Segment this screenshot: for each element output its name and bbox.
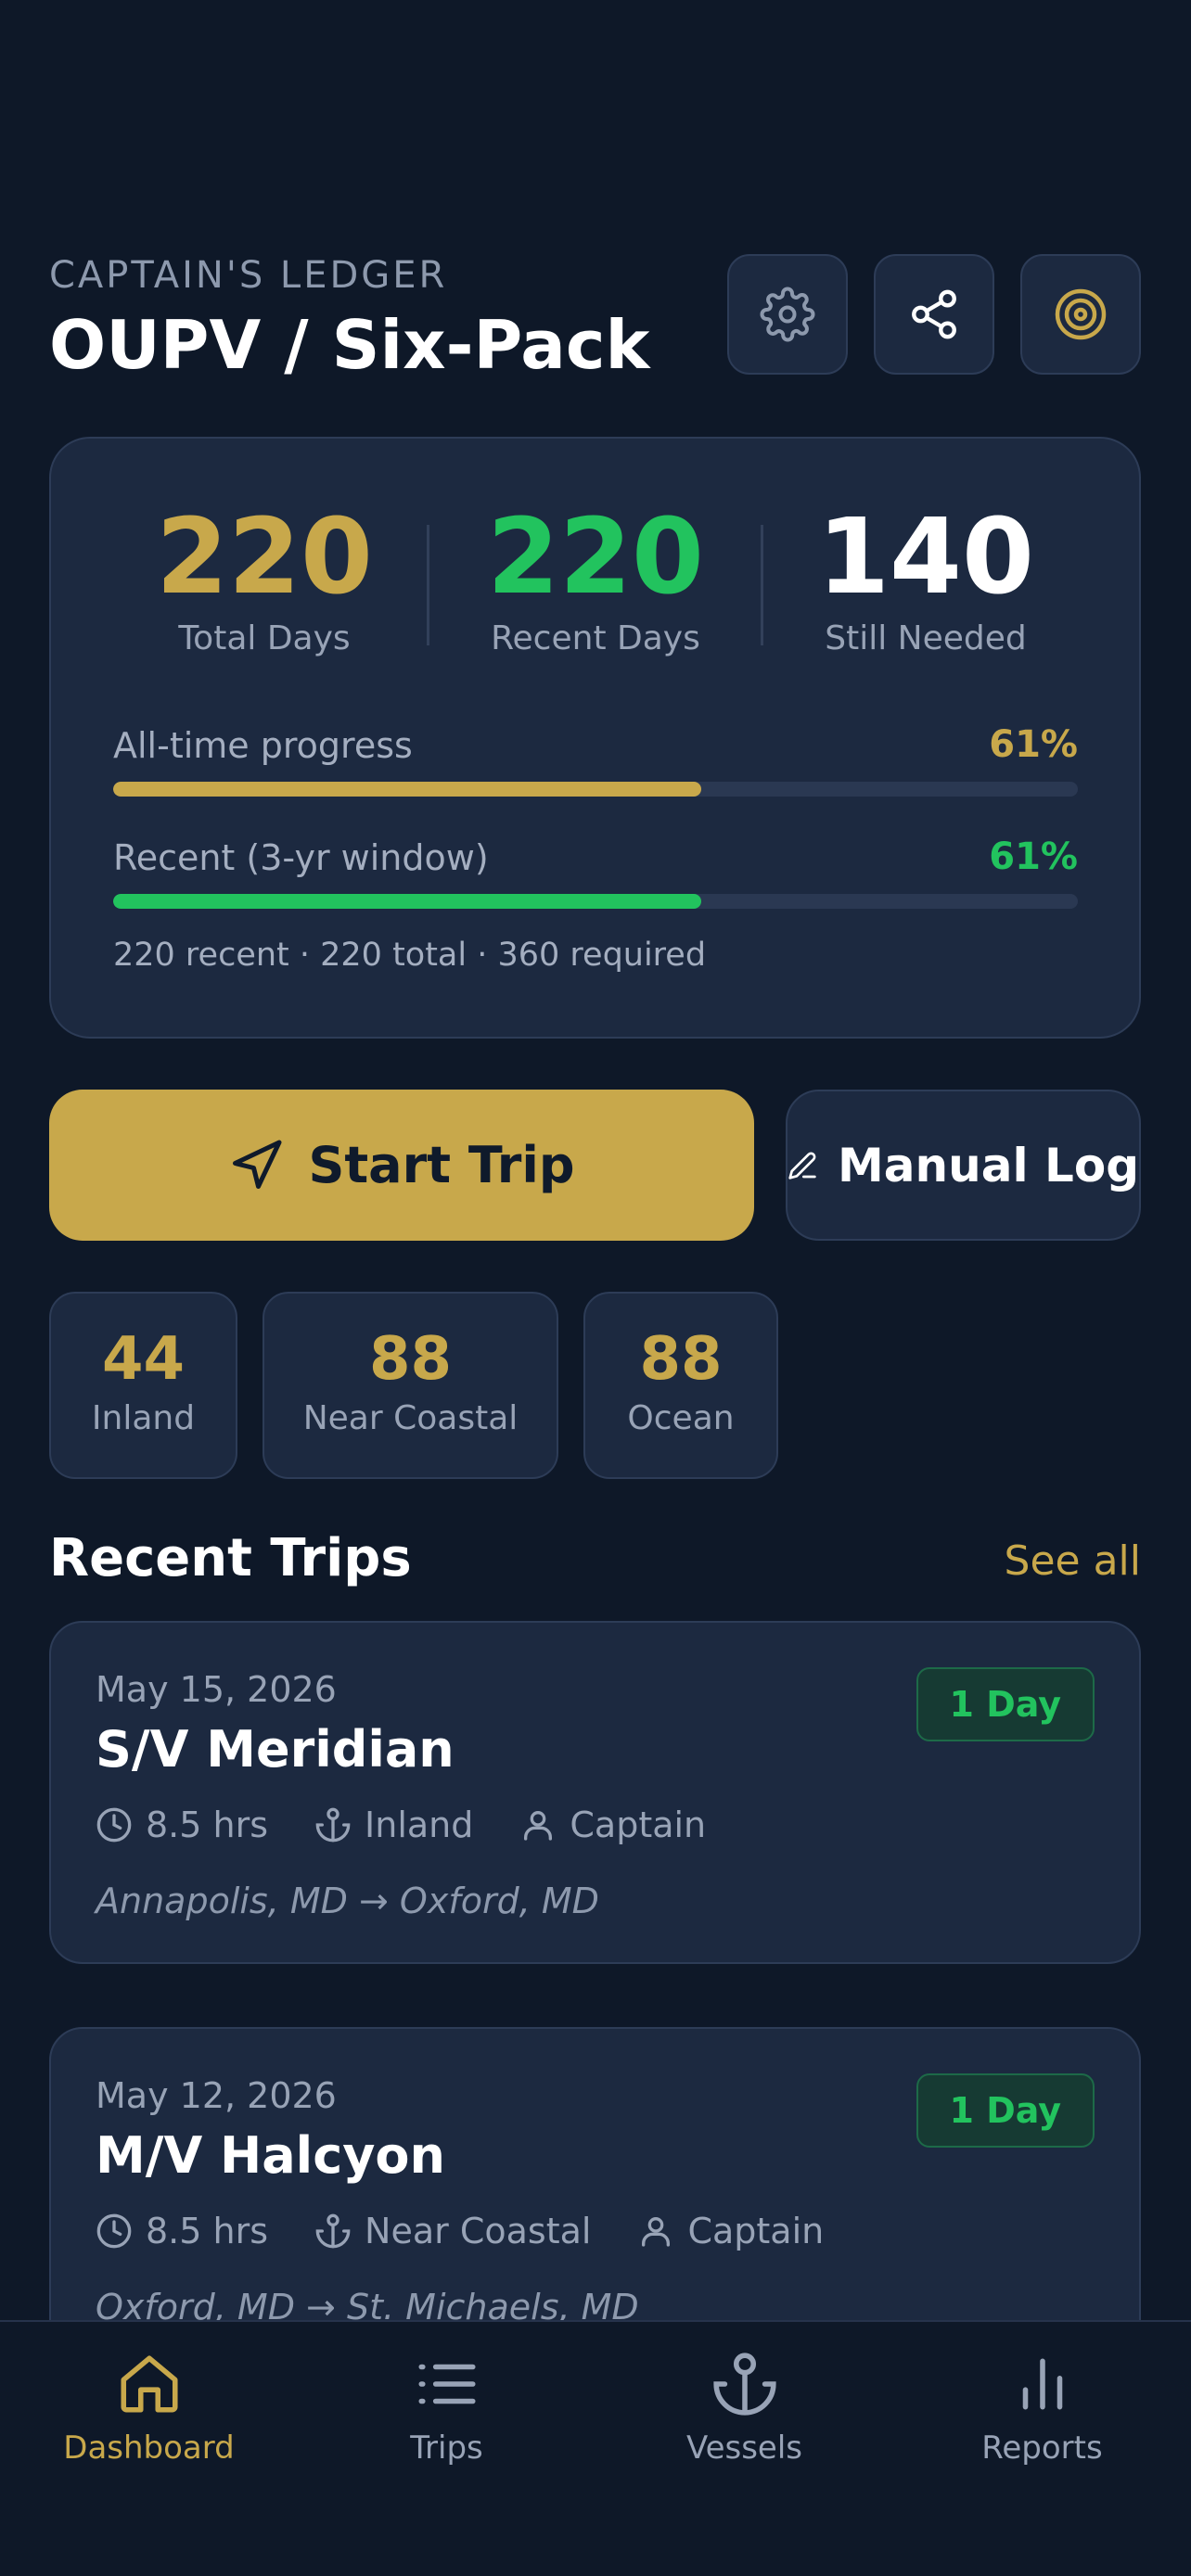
trip-hours: 8.5 hrs (96, 1804, 268, 1845)
list-icon (417, 2364, 476, 2404)
alltime-progress-percent: 61% (989, 723, 1078, 766)
goal-button[interactable] (1020, 254, 1141, 375)
trip-hours-text: 8.5 hrs (146, 1804, 269, 1845)
clock-icon (96, 2213, 132, 2249)
manual-log-label: Manual Log (838, 1138, 1139, 1192)
stat-divider (427, 525, 429, 645)
region-value: 88 (368, 1325, 453, 1394)
trip-days-badge: 1 Day (916, 2073, 1095, 2148)
trip-role-text: Captain (687, 2211, 825, 2251)
nav-label: Vessels (685, 2429, 803, 2467)
trip-card[interactable]: May 15, 2026 S/V Meridian 1 Day 8.5 hrs … (49, 1621, 1141, 1964)
alltime-progress-label: All-time progress (113, 725, 413, 766)
start-trip-button[interactable]: Start Trip (49, 1090, 754, 1241)
bar-chart-icon (1022, 2358, 1062, 2410)
nav-item-trips[interactable]: Trips (298, 2350, 596, 2467)
region-tile-ocean[interactable]: 88 Ocean (583, 1292, 778, 1479)
stat-divider (761, 525, 763, 645)
alltime-progress-fill (113, 782, 702, 797)
region-label: Near Coastal (302, 1399, 519, 1437)
nav-item-vessels[interactable]: Vessels (596, 2350, 893, 2467)
trip-role: Captain (637, 2211, 824, 2251)
page-title: OUPV / Six-Pack (49, 306, 650, 384)
region-value: 88 (639, 1325, 723, 1394)
start-trip-label: Start Trip (308, 1136, 575, 1194)
trip-hours-text: 8.5 hrs (146, 2211, 269, 2251)
recent-progress-bar (113, 894, 1078, 909)
nav-item-dashboard[interactable]: Dashboard (0, 2350, 298, 2467)
trip-role: Captain (519, 1804, 706, 1845)
pencil-icon (788, 1152, 816, 1180)
region-tile-near-coastal[interactable]: 88 Near Coastal (263, 1292, 558, 1479)
region-tile-inland[interactable]: 44 Inland (49, 1292, 237, 1479)
still-needed-label: Still Needed (825, 619, 1027, 657)
share-button[interactable] (874, 254, 994, 375)
stat-total-days: 220 Total Days (116, 501, 413, 657)
settings-button[interactable] (727, 254, 848, 375)
nav-item-reports[interactable]: Reports (893, 2350, 1191, 2467)
region-label: Inland (91, 1399, 196, 1437)
stat-still-needed: 140 Still Needed (777, 501, 1074, 657)
nav-label: Trips (410, 2429, 483, 2467)
trip-meta: 8.5 hrs Near Coastal Captain (96, 2211, 870, 2251)
gear-icon (760, 287, 815, 342)
bottom-nav: Dashboard Trips Vessels Reports (0, 2320, 1191, 2576)
share-icon (912, 289, 956, 339)
app-eyebrow: CAPTAIN'S LEDGER (49, 254, 448, 297)
region-label: Ocean (627, 1399, 735, 1437)
trip-waters: Near Coastal (314, 2211, 591, 2251)
trip-vessel: S/V Meridian (96, 1720, 455, 1779)
trip-route: Annapolis, MD → Oxford, MD (96, 1881, 599, 1921)
trip-meta: 8.5 hrs Inland Captain (96, 1804, 752, 1845)
navigation-icon (233, 1140, 282, 1189)
user-icon (642, 2217, 671, 2247)
trip-days-badge: 1 Day (916, 1667, 1095, 1741)
region-value: 44 (101, 1325, 186, 1394)
recent-trips-title: Recent Trips (49, 1528, 412, 1588)
trip-waters-text: Inland (365, 1804, 474, 1845)
stat-recent-days: 220 Recent Days (447, 501, 744, 657)
trip-card[interactable]: May 12, 2026 M/V Halcyon 1 Day 8.5 hrs N… (49, 2027, 1141, 2370)
nav-label: Reports (981, 2429, 1103, 2467)
clock-icon (96, 1807, 132, 1843)
total-days-value: 220 (156, 497, 373, 618)
recent-progress-fill (113, 894, 702, 909)
trip-waters: Inland (314, 1804, 473, 1845)
anchor-icon (712, 2353, 776, 2416)
alltime-progress-bar (113, 782, 1078, 797)
trip-hours: 8.5 hrs (96, 2211, 268, 2251)
still-needed-value: 140 (817, 497, 1034, 618)
recent-progress-percent: 61% (989, 835, 1078, 878)
nav-label: Dashboard (63, 2429, 235, 2467)
user-icon (524, 1811, 553, 1841)
home-icon (120, 2355, 178, 2413)
trip-vessel: M/V Halcyon (96, 2126, 445, 2185)
trip-date: May 15, 2026 (96, 1669, 337, 1710)
target-icon (1055, 288, 1107, 340)
anchor-icon (315, 1807, 351, 1843)
trip-role-text: Captain (570, 1804, 707, 1845)
trip-date: May 12, 2026 (96, 2075, 337, 2116)
recent-progress-label: Recent (3-yr window) (113, 837, 489, 878)
trip-waters-text: Near Coastal (365, 2211, 592, 2251)
recent-days-label: Recent Days (491, 619, 700, 657)
progress-summary: 220 recent · 220 total · 360 required (113, 937, 707, 974)
manual-log-button[interactable]: Manual Log (786, 1090, 1141, 1241)
anchor-icon (315, 2213, 351, 2249)
see-all-link[interactable]: See all (1005, 1537, 1141, 1585)
total-days-label: Total Days (178, 619, 351, 657)
recent-days-value: 220 (487, 497, 704, 618)
